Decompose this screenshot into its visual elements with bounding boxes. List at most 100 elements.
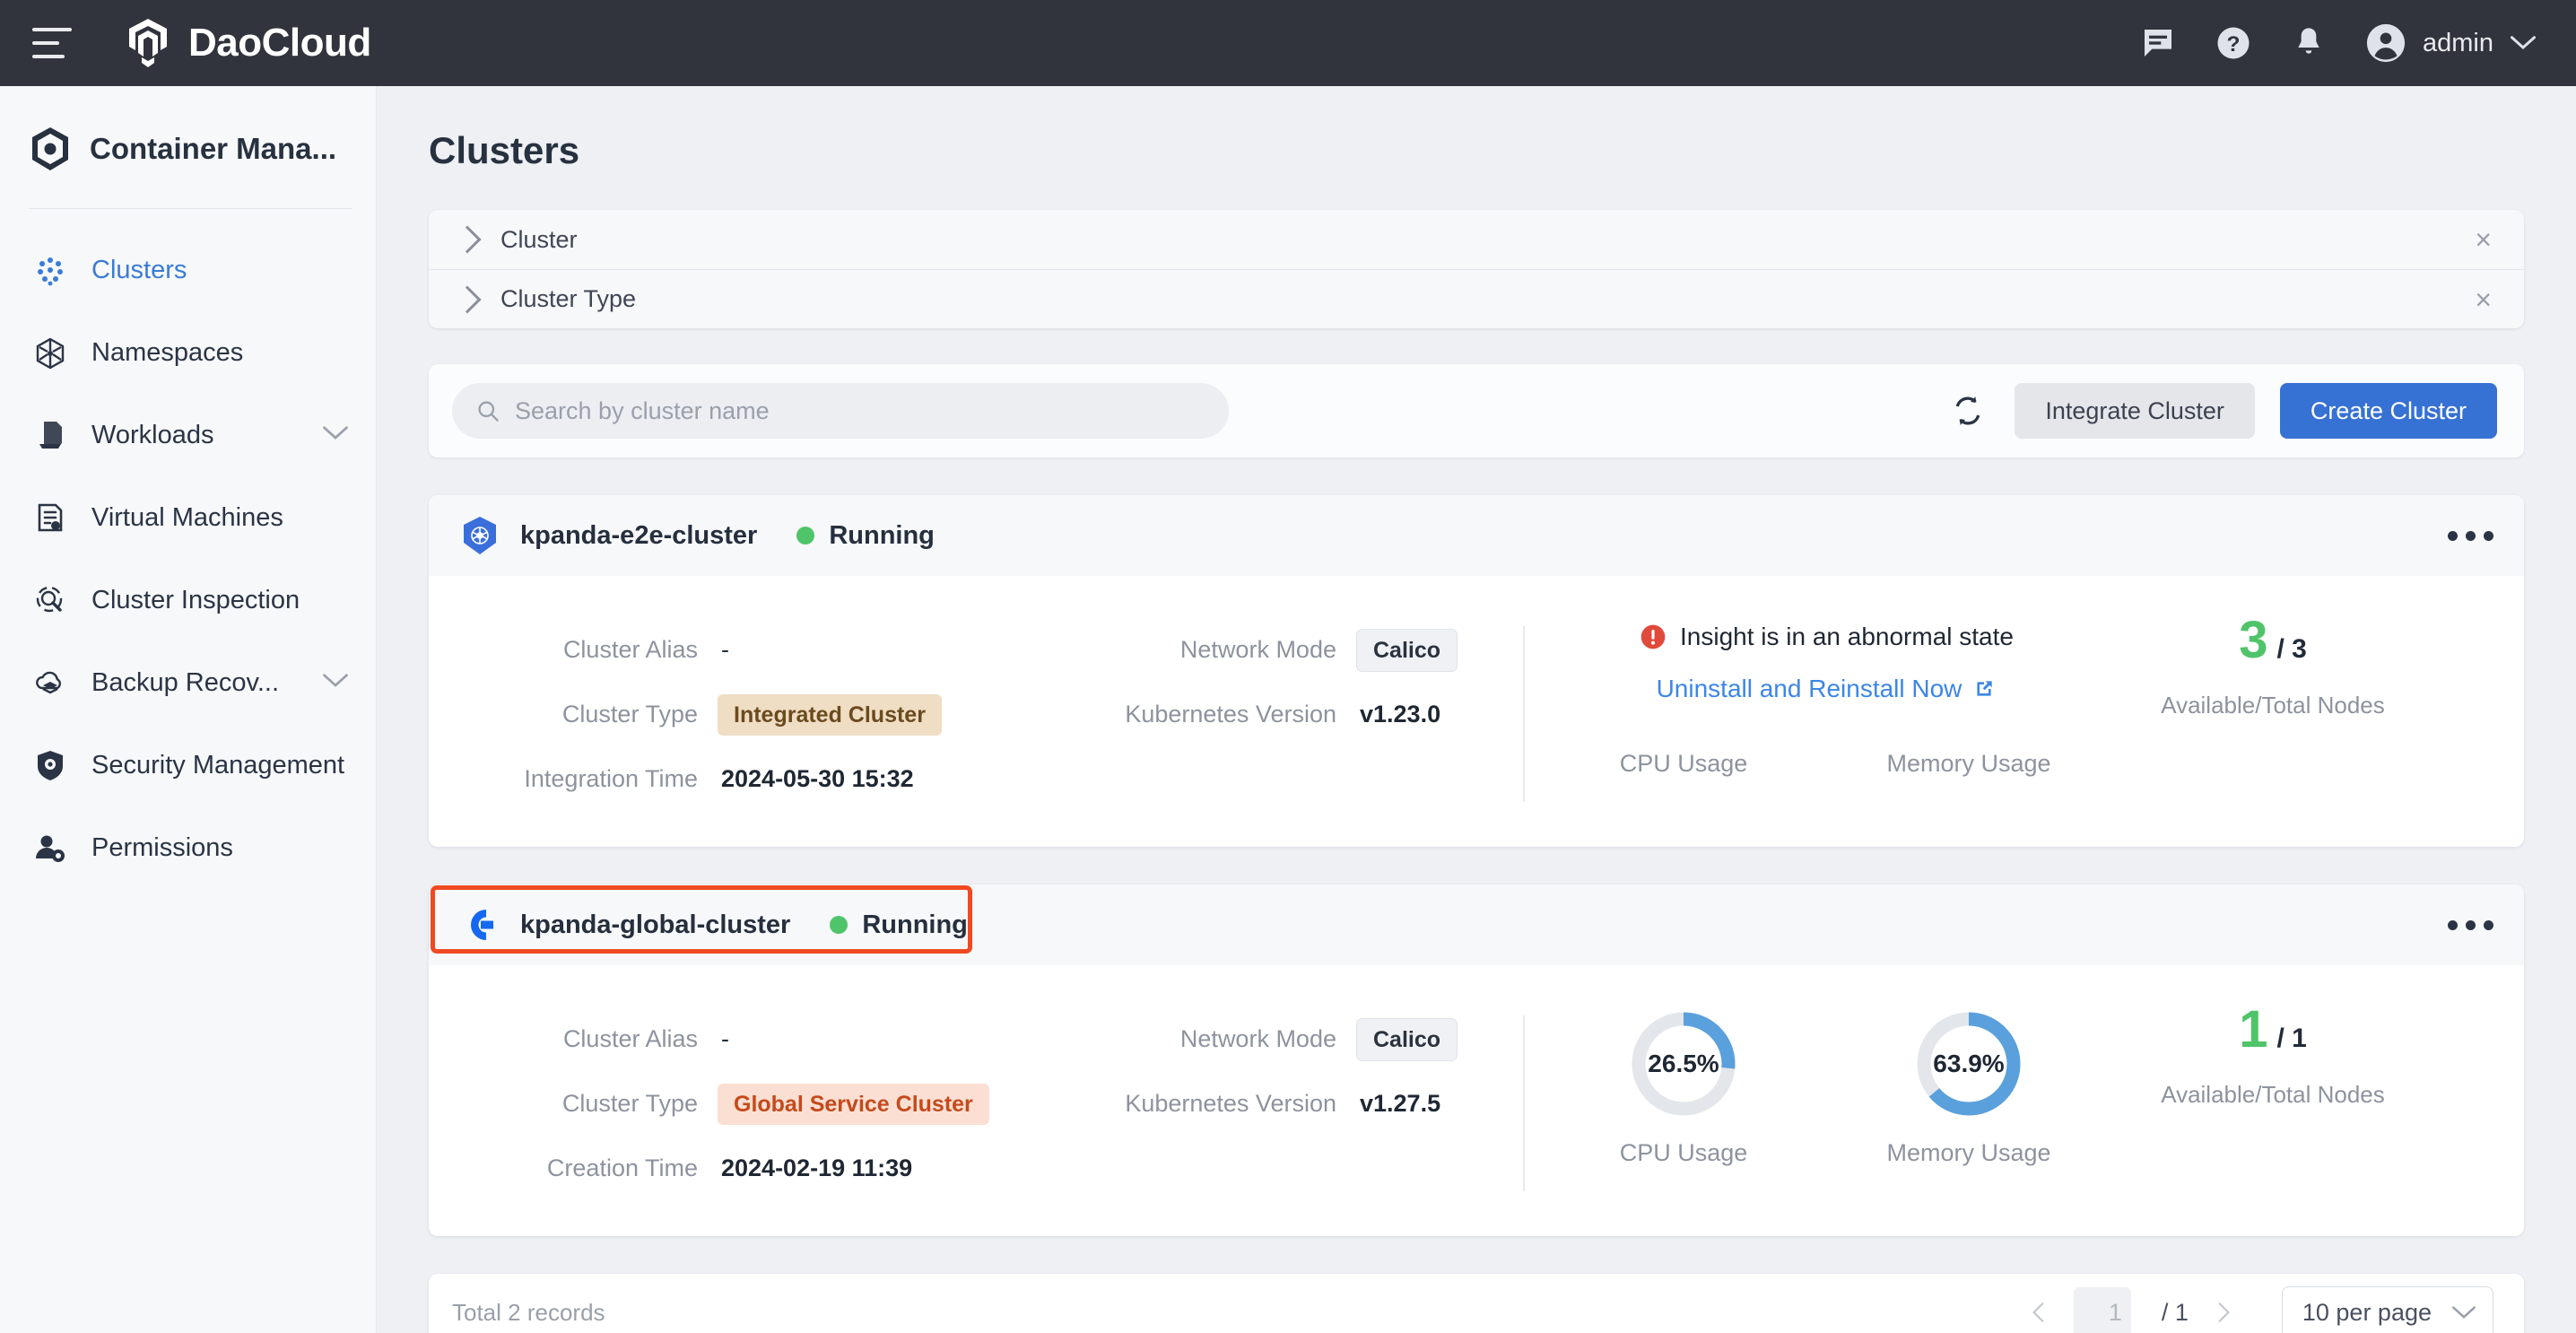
chevron-down-icon[interactable] [322, 425, 349, 446]
sidebar-title: Container Mana... [90, 132, 336, 166]
sidebar-item-cluster-inspection[interactable]: Cluster Inspection [0, 559, 376, 641]
detail-row-kubernetes-version: Kubernetes Version v1.27.5 [1039, 1071, 1523, 1136]
sidebar-item-label: Clusters [91, 256, 187, 285]
svg-text:?: ? [2227, 32, 2241, 57]
chevron-right-icon[interactable] [453, 285, 481, 313]
filter-row-cluster[interactable]: Cluster × [429, 210, 2524, 269]
nodes-label: Available/Total Nodes [2161, 692, 2385, 719]
feedback-icon[interactable] [2139, 24, 2177, 62]
cpu-usage-value: 26.5% [1628, 1008, 1739, 1120]
next-page-button[interactable] [2212, 1301, 2235, 1324]
brand-name: DaoCloud [188, 21, 371, 65]
cluster-card: kpanda-global-cluster Running Cluster Al… [429, 884, 2524, 1236]
user-menu[interactable]: admin [2365, 22, 2537, 64]
search-icon [475, 398, 500, 423]
total-records: Total 2 records [452, 1299, 605, 1327]
notification-icon[interactable] [2290, 24, 2328, 62]
detail-label: Cluster Type [429, 1090, 698, 1118]
metric-memory-usage: 63.9% Memory Usage [1826, 996, 2111, 1167]
status-badge: Running [796, 521, 935, 551]
main-content: Clusters Cluster × Cluster Type × Search… [377, 86, 2576, 1333]
detail-row-network-mode: Network Mode Calico [1039, 1006, 1523, 1071]
detail-value-wrap: Global Service Cluster [718, 1090, 989, 1118]
filter-panel: Cluster × Cluster Type × [429, 210, 2524, 328]
uninstall-reinstall-link[interactable]: Uninstall and Reinstall Now [1657, 675, 1997, 703]
metric-label-cpu: CPU Usage [1620, 1139, 1748, 1167]
status-text: Running [862, 910, 968, 940]
detail-row-integration-time: Integration Time 2024-05-30 15:32 [429, 746, 1039, 811]
detail-label: Cluster Type [429, 701, 698, 728]
cluster-card-header[interactable]: kpanda-e2e-cluster Running [429, 495, 2524, 576]
metric-cpu-usage: 26.5% CPU Usage [1541, 996, 1826, 1167]
detail-value: v1.27.5 [1360, 1090, 1440, 1118]
security-management-icon [30, 745, 70, 785]
filter-label: Cluster [500, 226, 578, 254]
cluster-actions-menu[interactable] [2448, 920, 2493, 930]
network-mode-tag: Calico [1356, 1018, 1458, 1061]
integrate-cluster-button[interactable]: Integrate Cluster [2015, 383, 2255, 439]
status-badge: Running [830, 910, 968, 940]
external-link-icon [1972, 677, 1996, 701]
nodes-total: / 1 [2276, 1024, 2306, 1054]
cluster-actions-menu[interactable] [2448, 531, 2493, 541]
network-mode-tag: Calico [1356, 629, 1458, 672]
refresh-icon[interactable] [1946, 389, 1989, 432]
chevron-down-icon[interactable] [2510, 35, 2537, 51]
virtual-machines-icon [30, 498, 70, 537]
sidebar-item-workloads[interactable]: Workloads [0, 394, 376, 476]
page-number-input[interactable]: 1 [2074, 1287, 2131, 1333]
status-text: Running [829, 521, 935, 551]
sidebar-item-virtual-machines[interactable]: Virtual Machines [0, 476, 376, 559]
sidebar-item-clusters[interactable]: Clusters [0, 229, 376, 311]
cluster-metrics: 26.5% CPU Usage 63.9% Memory Usage [1525, 996, 2524, 1167]
per-page-select[interactable]: 10 per page [2282, 1286, 2493, 1333]
cluster-card: kpanda-e2e-cluster Running Cluster Alias… [429, 495, 2524, 847]
metric-label-memory: Memory Usage [1826, 750, 2111, 778]
detail-label: Cluster Alias [429, 1025, 698, 1053]
sidebar-item-namespaces[interactable]: Namespaces [0, 311, 376, 394]
search-input[interactable]: Search by cluster name [452, 383, 1229, 439]
cluster-card-header[interactable]: kpanda-global-cluster Running [429, 884, 2524, 965]
detail-value-wrap: Integrated Cluster [718, 701, 942, 728]
close-icon[interactable]: × [2475, 225, 2492, 254]
sidebar: Container Mana... Clusters Namespaces [0, 86, 377, 1333]
memory-usage-value: 63.9% [1913, 1008, 2024, 1120]
detail-row-cluster-alias: Cluster Alias - [429, 1006, 1039, 1071]
help-icon[interactable]: ? [2215, 24, 2252, 62]
error-icon [1639, 623, 1667, 651]
container-management-icon [29, 126, 72, 172]
chevron-right-icon[interactable] [453, 225, 481, 253]
cluster-card-body: Cluster Alias - Cluster Type Integrated … [429, 576, 2524, 847]
insight-alert: Insight is in an abnormal state Uninstal… [1541, 606, 2111, 778]
detail-label: Network Mode [1039, 636, 1336, 664]
hamburger-menu-icon[interactable] [32, 28, 72, 58]
nodes-available: 1 [2239, 999, 2267, 1059]
sidebar-item-backup-recovery[interactable]: Backup Recov... [0, 641, 376, 724]
detail-value: - [721, 1025, 729, 1053]
detail-label: Kubernetes Version [1039, 701, 1336, 728]
cluster-details-left: Cluster Alias - Cluster Type Integrated … [429, 606, 1039, 811]
sidebar-item-label: Namespaces [91, 338, 243, 368]
detail-row-creation-time: Creation Time 2024-02-19 11:39 [429, 1136, 1039, 1200]
workloads-icon [30, 415, 70, 455]
sidebar-item-security-management[interactable]: Security Management [0, 724, 376, 806]
close-icon[interactable]: × [2475, 285, 2492, 314]
brand: DaoCloud [124, 17, 371, 69]
filter-row-cluster-type[interactable]: Cluster Type × [429, 269, 2524, 328]
top-bar: DaoCloud ? admin [0, 0, 2576, 86]
page-title: Clusters [429, 129, 2576, 172]
sidebar-item-permissions[interactable]: Permissions [0, 806, 376, 889]
cluster-details-right: Network Mode Calico Kubernetes Version v… [1039, 996, 1523, 1136]
detail-value: 2024-02-19 11:39 [721, 1154, 912, 1182]
cluster-card-body: Cluster Alias - Cluster Type Global Serv… [429, 965, 2524, 1236]
sidebar-nav: Clusters Namespaces Workloads [0, 229, 376, 889]
filter-label: Cluster Type [500, 285, 636, 313]
chevron-down-icon[interactable] [322, 673, 349, 693]
metric-label-memory: Memory Usage [1886, 1139, 2050, 1167]
nodes-summary: 3 / 3 Available/Total Nodes [2111, 606, 2434, 719]
cluster-type-tag: Global Service Cluster [718, 1084, 989, 1125]
prev-page-button[interactable] [2027, 1301, 2050, 1324]
create-cluster-button[interactable]: Create Cluster [2280, 383, 2497, 439]
detail-label: Cluster Alias [429, 636, 698, 664]
status-dot-icon [830, 916, 848, 934]
